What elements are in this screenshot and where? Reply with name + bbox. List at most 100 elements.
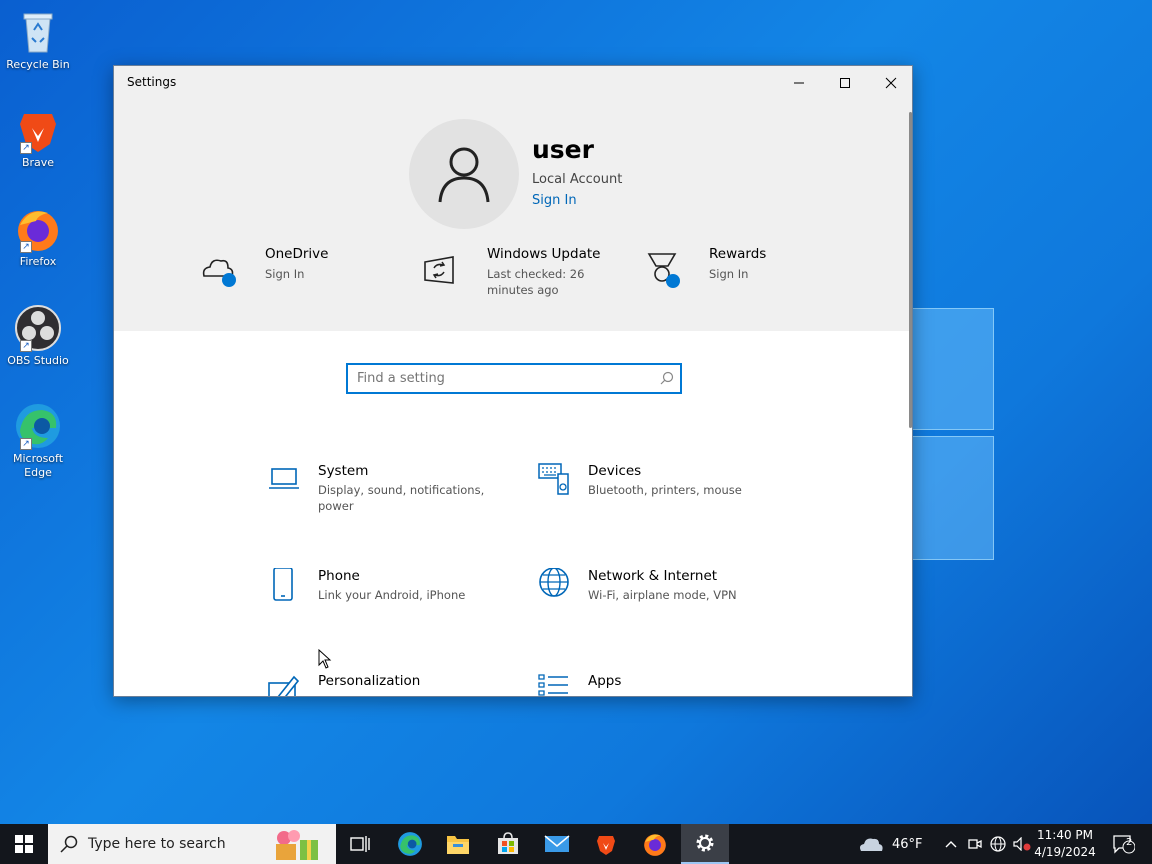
desktop-icon-label: Brave xyxy=(21,156,55,169)
category-devices[interactable]: Devices Bluetooth, printers, mouse xyxy=(538,463,768,533)
desktop-icon-label: OBS Studio xyxy=(7,354,69,367)
firefox-icon: ↗ xyxy=(14,205,62,253)
wallpaper-logo xyxy=(912,300,1002,565)
task-view-icon xyxy=(350,836,370,852)
quick-link-subtitle: Sign In xyxy=(265,267,305,281)
avatar[interactable] xyxy=(409,119,519,229)
quick-link-subtitle: Last checked: 26 minutes ago xyxy=(487,267,585,297)
taskbar-brave[interactable] xyxy=(582,824,630,864)
taskbar-mail[interactable] xyxy=(533,824,581,864)
taskbar-edge[interactable] xyxy=(386,824,434,864)
category-title: System xyxy=(318,463,369,479)
category-system[interactable]: System Display, sound, notifications, po… xyxy=(268,463,498,533)
search-icon xyxy=(60,835,78,853)
weather-temperature: 46°F xyxy=(892,836,923,852)
taskbar-search-box[interactable]: Type here to search xyxy=(48,824,336,864)
category-title: Devices xyxy=(588,463,642,479)
maximize-icon xyxy=(840,77,850,88)
desktop-icon-label: Recycle Bin xyxy=(6,58,70,71)
chevron-up-icon xyxy=(945,841,957,848)
show-hidden-icons-button[interactable] xyxy=(940,824,962,864)
meet-now-button[interactable] xyxy=(964,824,986,864)
brave-icon: ↗ xyxy=(14,106,62,154)
clock-time: 11:40 PM xyxy=(1037,828,1093,842)
notification-count: 2 xyxy=(1126,837,1133,848)
close-button[interactable] xyxy=(868,66,912,99)
category-subtitle: Display, sound, notifications, power xyxy=(318,483,485,513)
window-title: Settings xyxy=(127,75,177,89)
search-input[interactable] xyxy=(348,365,648,392)
cloud-icon xyxy=(860,838,883,851)
taskbar-settings[interactable] xyxy=(681,824,729,864)
cloud-icon xyxy=(202,259,236,287)
edge-icon xyxy=(398,832,422,856)
account-header: user Local Account Sign In OneDrive Sign… xyxy=(114,99,912,331)
settings-window: Settings user Local Account Sign In OneD… xyxy=(113,65,913,697)
folder-icon xyxy=(447,836,469,854)
taskbar-firefox[interactable] xyxy=(631,824,679,864)
desktop-icon-recycle-bin[interactable]: Recycle Bin xyxy=(4,8,72,72)
volume-muted-icon xyxy=(1013,837,1031,851)
recycle-bin-icon xyxy=(14,8,62,56)
network-button[interactable] xyxy=(987,824,1009,864)
mouse-cursor-icon xyxy=(318,649,332,669)
network-globe-icon xyxy=(990,836,1006,852)
clock-date: 4/19/2024 xyxy=(1034,845,1096,859)
category-title: Phone xyxy=(318,568,360,584)
action-center-button[interactable]: 2 xyxy=(1106,824,1142,864)
desktop-icon-label: Firefox xyxy=(19,255,57,268)
firefox-icon xyxy=(644,834,666,856)
desktop-icon-label: Microsoft Edge xyxy=(12,452,64,479)
laptop-icon xyxy=(269,468,299,489)
taskbar-search-placeholder: Type here to search xyxy=(88,836,226,852)
close-icon xyxy=(885,77,897,88)
desktop-icon-edge[interactable]: ↗ Microsoft Edge xyxy=(4,402,72,480)
category-apps[interactable]: Apps xyxy=(538,673,768,696)
mail-icon xyxy=(544,835,570,852)
weather-widget[interactable]: 46°F xyxy=(858,824,923,864)
desktop-icon-brave[interactable]: ↗ Brave xyxy=(4,106,72,170)
category-subtitle: Link your Android, iPhone xyxy=(318,588,466,602)
obs-icon: ↗ xyxy=(14,304,62,352)
category-title: Network & Internet xyxy=(588,568,718,584)
account-type: Local Account xyxy=(532,172,623,187)
windows-logo-icon xyxy=(15,835,33,853)
category-subtitle: Wi-Fi, airplane mode, VPN xyxy=(588,588,737,602)
user-name: user xyxy=(532,135,594,164)
update-icon xyxy=(424,256,454,284)
category-title: Apps xyxy=(588,673,622,689)
taskbar-file-explorer[interactable] xyxy=(434,824,482,864)
search-highlight-icon xyxy=(276,830,318,860)
category-title: Personalization xyxy=(318,673,421,689)
clock[interactable]: 11:40 PM 4/19/2024 xyxy=(1030,827,1100,861)
desktop-icon-obs[interactable]: ↗ OBS Studio xyxy=(4,304,72,368)
start-button[interactable] xyxy=(0,824,48,864)
list-icon xyxy=(538,674,568,696)
title-bar[interactable]: Settings xyxy=(114,66,912,99)
medal-icon xyxy=(647,253,680,288)
minimize-button[interactable] xyxy=(776,66,822,99)
quick-link-subtitle: Sign In xyxy=(709,267,749,281)
category-personalization[interactable]: Personalization xyxy=(268,673,498,696)
person-icon xyxy=(438,147,490,203)
search-icon xyxy=(660,371,674,385)
task-view-button[interactable] xyxy=(336,824,384,864)
camera-icon xyxy=(968,839,982,849)
category-subtitle: Bluetooth, printers, mouse xyxy=(588,483,742,497)
edge-icon: ↗ xyxy=(14,402,62,450)
maximize-button[interactable] xyxy=(822,66,868,99)
category-phone[interactable]: Phone Link your Android, iPhone xyxy=(268,568,498,638)
scrollbar[interactable] xyxy=(909,112,912,428)
store-icon xyxy=(498,832,518,854)
taskbar: Type here to search 46°F 11:40 PM 4/19/2… xyxy=(0,824,1152,864)
settings-search-box[interactable] xyxy=(346,363,682,394)
quick-link-title: Windows Update xyxy=(487,246,601,262)
taskbar-store[interactable] xyxy=(484,824,532,864)
globe-icon xyxy=(539,568,569,597)
phone-icon xyxy=(273,568,293,601)
category-network[interactable]: Network & Internet Wi-Fi, airplane mode,… xyxy=(538,568,768,638)
sign-in-link[interactable]: Sign In xyxy=(532,193,577,208)
desktop-icon-firefox[interactable]: ↗ Firefox xyxy=(4,205,72,269)
keyboard-icon xyxy=(538,463,569,495)
quick-link-title: OneDrive xyxy=(265,246,329,262)
